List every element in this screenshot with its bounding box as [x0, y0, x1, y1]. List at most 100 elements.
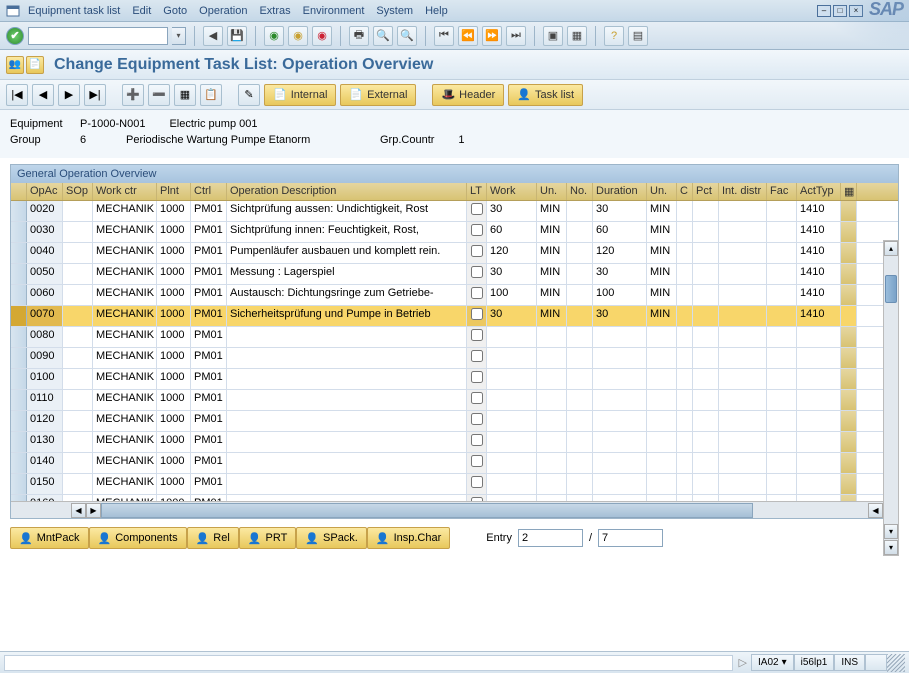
cell[interactable]: [797, 390, 841, 410]
spack-button[interactable]: 👤SPack.: [296, 527, 367, 549]
table-row[interactable]: 0080MECHANIK1000PM01: [11, 327, 898, 348]
cell[interactable]: MECHANIK: [93, 369, 157, 389]
cell[interactable]: [467, 327, 487, 347]
cell[interactable]: [487, 369, 537, 389]
cell[interactable]: [841, 243, 857, 263]
cell[interactable]: [677, 222, 693, 242]
enter-button[interactable]: ✔: [6, 27, 24, 45]
grid-vscroll[interactable]: ▴ ▾ ▾: [883, 240, 899, 556]
cell[interactable]: [693, 327, 719, 347]
menu-edit[interactable]: Edit: [132, 5, 151, 17]
cell[interactable]: MECHANIK: [93, 306, 157, 326]
cell[interactable]: PM01: [191, 453, 227, 473]
table-row[interactable]: 0050MECHANIK1000PM01Messung : Lagerspiel…: [11, 264, 898, 285]
cell[interactable]: [567, 495, 593, 501]
next-page-icon[interactable]: ⏩: [482, 26, 502, 46]
cell[interactable]: [11, 285, 27, 305]
cell[interactable]: [593, 495, 647, 501]
cell[interactable]: 1000: [157, 243, 191, 263]
config-icon[interactable]: ▦: [844, 186, 854, 198]
cell[interactable]: [719, 495, 767, 501]
first-row-button[interactable]: |◀: [6, 84, 28, 106]
rel-button[interactable]: 👤Rel: [187, 527, 239, 549]
cell[interactable]: [677, 369, 693, 389]
cell[interactable]: [227, 474, 467, 494]
cell[interactable]: 100: [593, 285, 647, 305]
insert-row-icon[interactable]: ➕: [122, 84, 144, 106]
cell[interactable]: 1410: [797, 201, 841, 221]
cell[interactable]: [11, 432, 27, 452]
internal-button[interactable]: 📄Internal: [264, 84, 336, 106]
cell[interactable]: [693, 222, 719, 242]
cell[interactable]: [63, 411, 93, 431]
col-header[interactable]: [11, 183, 27, 200]
menu-equipment-task-list[interactable]: Equipment task list: [28, 5, 120, 17]
lt-checkbox[interactable]: [471, 392, 483, 404]
close-button[interactable]: ×: [849, 5, 863, 17]
cell[interactable]: MIN: [647, 285, 677, 305]
cell[interactable]: 1000: [157, 348, 191, 368]
cell[interactable]: MIN: [647, 264, 677, 284]
cell[interactable]: [841, 474, 857, 494]
cell[interactable]: [647, 474, 677, 494]
cell[interactable]: PM01: [191, 474, 227, 494]
cell[interactable]: [537, 369, 567, 389]
cell[interactable]: [11, 264, 27, 284]
cell[interactable]: [487, 432, 537, 452]
scroll-left-btn[interactable]: ◀: [71, 503, 86, 518]
cell[interactable]: [677, 453, 693, 473]
layout-icon[interactable]: ▤: [628, 26, 648, 46]
cell[interactable]: [227, 453, 467, 473]
command-dropdown[interactable]: ▾: [172, 27, 186, 45]
cell[interactable]: [593, 453, 647, 473]
cell[interactable]: [719, 222, 767, 242]
lt-checkbox[interactable]: [471, 308, 483, 320]
cell[interactable]: 1000: [157, 285, 191, 305]
cell[interactable]: [693, 495, 719, 501]
cell[interactable]: PM01: [191, 390, 227, 410]
menu-operation[interactable]: Operation: [199, 5, 247, 17]
table-row[interactable]: 0040MECHANIK1000PM01Pumpenläufer ausbaue…: [11, 243, 898, 264]
cell[interactable]: [647, 348, 677, 368]
cell[interactable]: [537, 453, 567, 473]
cell[interactable]: [537, 348, 567, 368]
cell[interactable]: 30: [487, 201, 537, 221]
cell[interactable]: [719, 453, 767, 473]
scroll-up-btn[interactable]: ▴: [884, 241, 898, 256]
cell[interactable]: Pumpenläufer ausbauen und komplett rein.: [227, 243, 467, 263]
cell[interactable]: [593, 474, 647, 494]
cell[interactable]: 1000: [157, 411, 191, 431]
cell[interactable]: [467, 453, 487, 473]
cell[interactable]: [567, 201, 593, 221]
cell[interactable]: [719, 327, 767, 347]
cell[interactable]: PM01: [191, 495, 227, 501]
cell[interactable]: MIN: [537, 285, 567, 305]
cell[interactable]: [63, 474, 93, 494]
cell[interactable]: 120: [593, 243, 647, 263]
col-header[interactable]: Fac: [767, 183, 797, 200]
cell[interactable]: [767, 474, 797, 494]
cell[interactable]: [467, 306, 487, 326]
cell[interactable]: 0110: [27, 390, 63, 410]
cell[interactable]: [593, 369, 647, 389]
cell[interactable]: [11, 495, 27, 501]
cell[interactable]: [797, 411, 841, 431]
cell[interactable]: [567, 369, 593, 389]
cell[interactable]: 0130: [27, 432, 63, 452]
cell[interactable]: [467, 222, 487, 242]
cell[interactable]: MECHANIK: [93, 474, 157, 494]
cell[interactable]: [647, 453, 677, 473]
cell[interactable]: [467, 369, 487, 389]
edit-icon[interactable]: ✎: [238, 84, 260, 106]
cell[interactable]: 0040: [27, 243, 63, 263]
col-header[interactable]: Pct: [693, 183, 719, 200]
cell[interactable]: [11, 222, 27, 242]
find-icon[interactable]: 🔍: [373, 26, 393, 46]
cell[interactable]: [593, 411, 647, 431]
cell[interactable]: [797, 327, 841, 347]
cell[interactable]: 30: [487, 264, 537, 284]
prev-row-button[interactable]: ◀: [32, 84, 54, 106]
next-row-button[interactable]: ▶: [58, 84, 80, 106]
col-header[interactable]: C: [677, 183, 693, 200]
hscroll-thumb[interactable]: [101, 503, 753, 518]
